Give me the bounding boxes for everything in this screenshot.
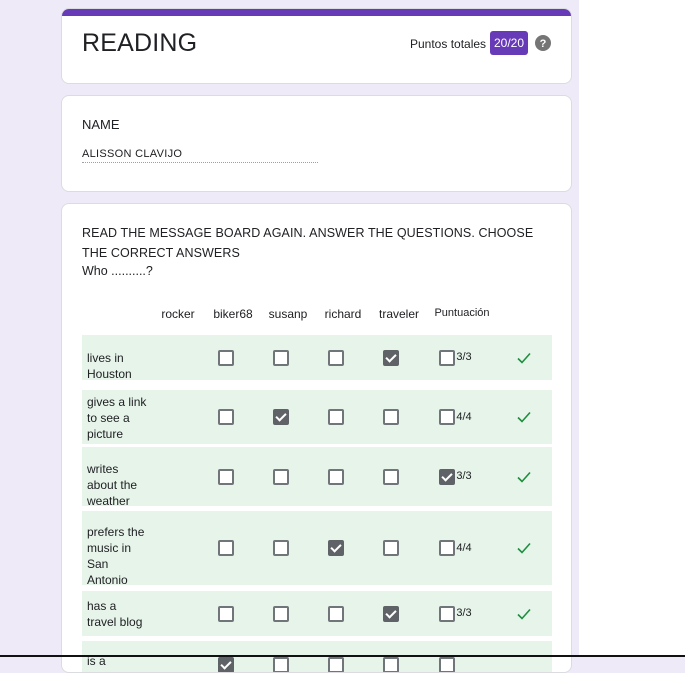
score-column-header: Puntuación [434, 307, 490, 319]
grid-checkbox[interactable] [328, 349, 344, 366]
check-icon [517, 411, 531, 423]
grid-row: gives a link to see a picture 4/4 [82, 390, 552, 444]
grid-checkbox[interactable] [328, 409, 344, 425]
question-description: Who ..........? [82, 264, 153, 278]
grid-checkbox[interactable] [273, 468, 289, 485]
question-title: READ THE MESSAGE BOARD AGAIN. ANSWER THE… [82, 226, 534, 260]
grid-row: writes about the weather 3/3 [82, 447, 552, 508]
grid-checkbox[interactable] [218, 409, 234, 425]
column-header: susanp [268, 307, 308, 321]
grid-checkbox[interactable] [273, 657, 289, 672]
grid-checkbox[interactable] [439, 657, 455, 672]
form-header-card: READING Puntos totales 20/20 ? [61, 8, 572, 84]
row-score: 4/4 [456, 541, 472, 554]
grid-checkbox[interactable] [383, 605, 399, 622]
column-header: richard [324, 307, 362, 321]
grid-checkbox[interactable] [328, 657, 344, 672]
check-icon [517, 608, 531, 620]
grid-checkbox[interactable] [218, 657, 234, 672]
grid-checkbox[interactable] [273, 349, 289, 366]
total-points-badge: 20/20 [490, 31, 528, 55]
row-score: 4/4 [456, 410, 472, 423]
name-question-card: NAME ALISSON CLAVIJO [61, 95, 572, 192]
column-header: traveler [378, 307, 419, 321]
grid-checkbox[interactable] [328, 468, 344, 485]
name-answer-field[interactable]: ALISSON CLAVIJO [82, 148, 318, 163]
row-score: 3/3 [456, 470, 472, 482]
grid-question-card: READ THE MESSAGE BOARD AGAIN. ANSWER THE… [61, 203, 572, 673]
grid-row: is a [82, 641, 552, 672]
grid-checkbox[interactable] [383, 409, 399, 425]
grid-checkbox[interactable] [273, 605, 289, 622]
grid-checkbox[interactable] [383, 657, 399, 672]
grid-checkbox[interactable] [218, 468, 234, 485]
grid-row-label: gives a link to see a picture [87, 395, 147, 441]
svg-text:?: ? [540, 38, 547, 50]
grid-checkbox[interactable] [218, 349, 234, 366]
help-circle-icon[interactable]: ? [535, 35, 551, 51]
grid-checkbox[interactable] [273, 409, 289, 425]
form-title: READING [82, 29, 198, 57]
check-icon [517, 352, 531, 364]
grid-row-label: writes about the weather [87, 461, 138, 508]
grid-row: has a travel blog 3/3 [82, 591, 552, 636]
row-score: 3/3 [456, 351, 472, 363]
grid-checkbox[interactable] [383, 468, 399, 485]
name-question-title: NAME [82, 117, 120, 132]
check-icon [517, 471, 531, 483]
grid-checkbox[interactable] [273, 540, 289, 556]
grid-checkbox[interactable] [328, 540, 344, 556]
total-points-label: Puntos totales [410, 37, 487, 51]
grid-checkbox[interactable] [218, 540, 234, 556]
header-accent-bar [62, 9, 571, 16]
grid-checkbox[interactable] [383, 349, 399, 366]
grid-row-label: has a travel blog [87, 598, 143, 629]
grid-row-label: prefers the music in San Antonio [87, 525, 145, 587]
check-icon [517, 542, 531, 554]
row-score: 3/3 [456, 607, 472, 619]
grid-row: lives in Houston 3/3 [82, 335, 552, 381]
grid-row: prefers the music in San Antonio 4/4 [82, 511, 552, 587]
grid-checkbox[interactable] [218, 605, 234, 622]
column-header: biker68 [213, 307, 253, 321]
grid-checkbox[interactable] [383, 540, 399, 556]
right-background [579, 0, 685, 655]
grid-checkbox[interactable] [328, 605, 344, 622]
grid-row-label: lives in Houston [87, 350, 132, 381]
column-header: rocker [161, 307, 195, 321]
